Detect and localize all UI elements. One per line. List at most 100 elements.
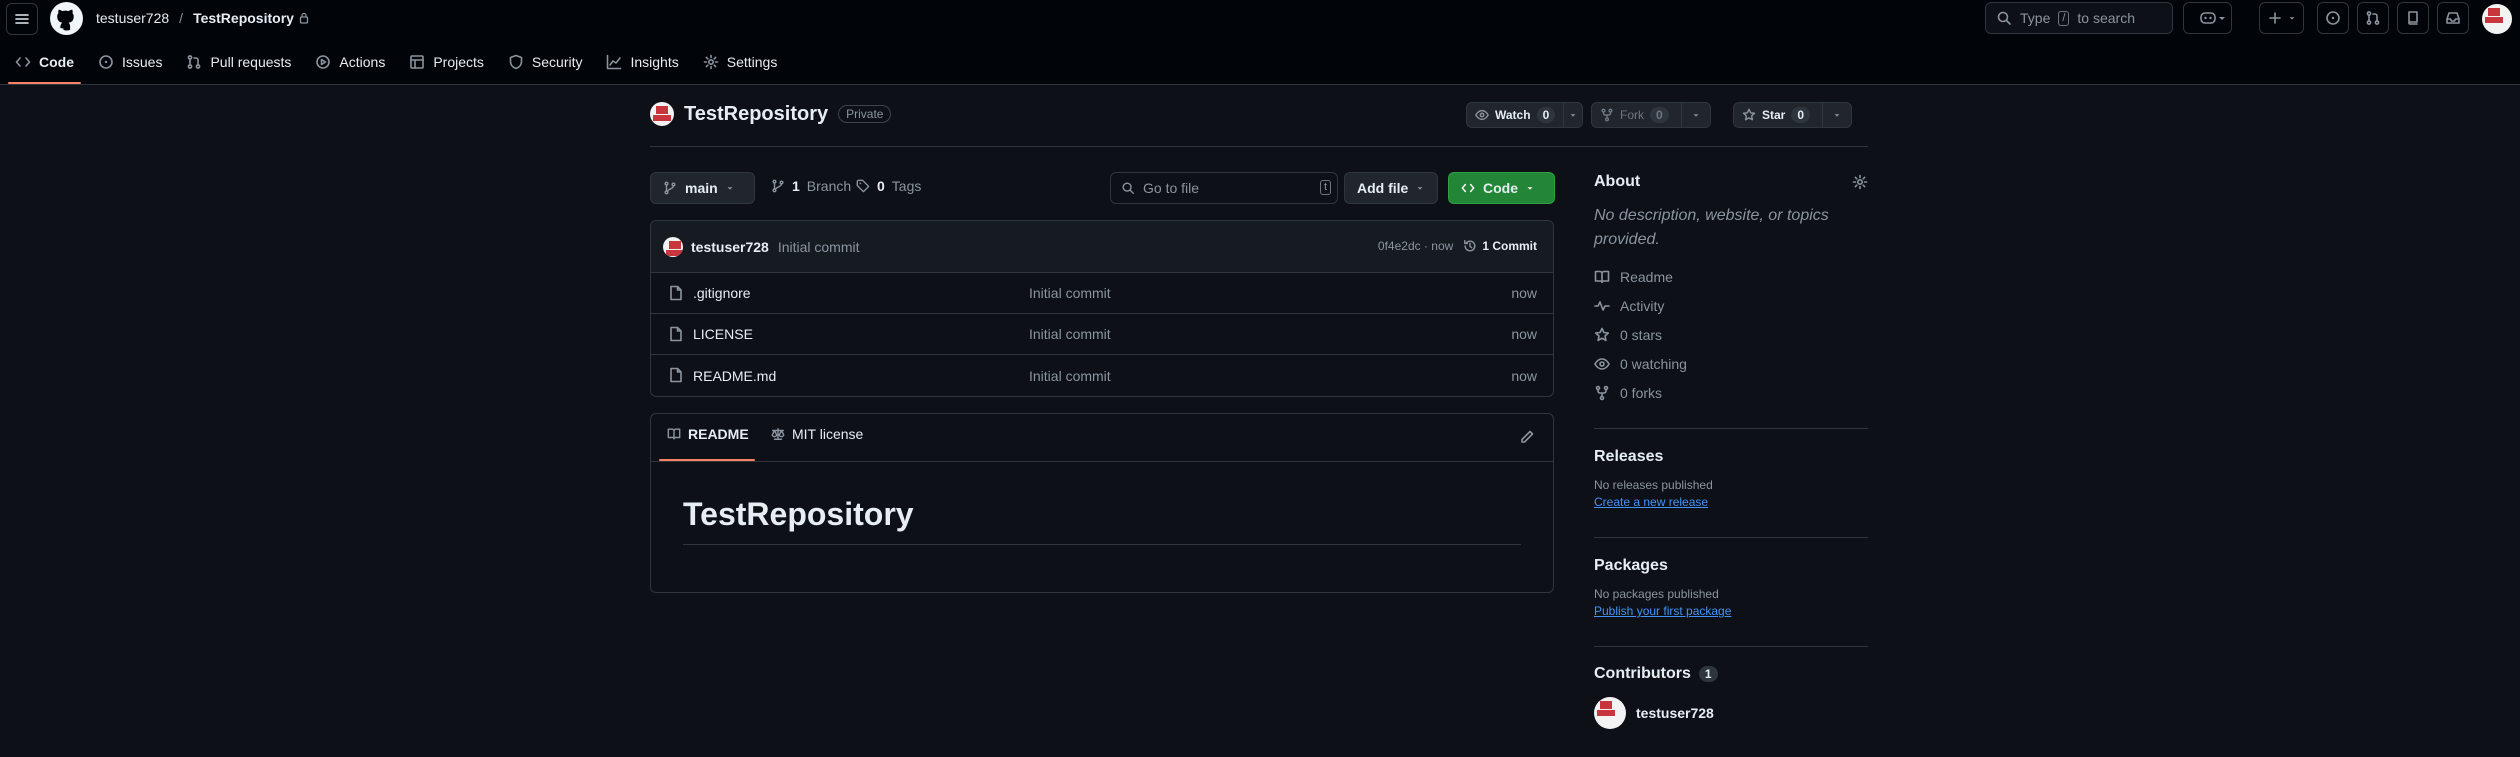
file-name[interactable]: .gitignore bbox=[693, 285, 751, 301]
tab-label: Security bbox=[531, 54, 583, 70]
file-name[interactable]: README.md bbox=[693, 368, 776, 384]
visibility-badge: Private bbox=[838, 105, 892, 123]
fork-button[interactable]: Fork 0 bbox=[1591, 102, 1711, 128]
latest-commit-row: testuser728 Initial commit 0f4e2dc · now… bbox=[651, 221, 1553, 273]
create-release-link[interactable]: Create a new release bbox=[1594, 495, 1868, 509]
tab-code[interactable]: Code bbox=[6, 46, 83, 84]
repo-title-row: TestRepository Private bbox=[650, 102, 892, 126]
book-icon bbox=[1594, 270, 1610, 283]
issues-button[interactable] bbox=[2317, 2, 2349, 34]
about-description: No description, website, or topics provi… bbox=[1594, 207, 1829, 248]
publish-package-link[interactable]: Publish your first package bbox=[1594, 604, 1868, 618]
star-dropdown[interactable] bbox=[1823, 103, 1851, 127]
file-icon bbox=[670, 326, 682, 342]
star-icon bbox=[1742, 108, 1756, 121]
sidebar-item-activity[interactable]: Activity bbox=[1594, 291, 1868, 320]
branches-link[interactable]: 1 Branch bbox=[771, 178, 851, 194]
sidebar-item-watching[interactable]: 0 watching bbox=[1594, 349, 1868, 378]
tab-actions[interactable]: Actions bbox=[306, 46, 394, 78]
breadcrumb-separator: / bbox=[179, 10, 184, 26]
file-name[interactable]: LICENSE bbox=[693, 326, 753, 342]
sidebar-divider bbox=[1594, 646, 1868, 647]
tab-label: Issues bbox=[122, 54, 163, 70]
file-row[interactable]: README.md Initial commit now bbox=[651, 355, 1553, 396]
breadcrumb-repo[interactable]: TestRepository bbox=[193, 10, 294, 26]
sidebar-item-forks[interactable]: 0 forks bbox=[1594, 378, 1868, 407]
create-new-button[interactable] bbox=[2259, 2, 2304, 34]
tag-count: 0 bbox=[877, 178, 885, 194]
repo-name[interactable]: TestRepository bbox=[684, 103, 828, 126]
tab-projects[interactable]: Projects bbox=[400, 46, 493, 78]
fork-dropdown[interactable] bbox=[1682, 103, 1710, 127]
commit-history-link[interactable]: 1 Commit bbox=[1463, 239, 1537, 253]
contributor-name[interactable]: testuser728 bbox=[1636, 705, 1714, 721]
chevron-down-icon bbox=[1693, 114, 1699, 117]
branch-selector[interactable]: main bbox=[650, 172, 755, 204]
star-button[interactable]: Star 0 bbox=[1733, 102, 1853, 128]
sidebar-divider bbox=[1594, 537, 1868, 538]
packages-empty-text: No packages published bbox=[1594, 587, 1719, 601]
file-commit-message[interactable]: Initial commit bbox=[1029, 285, 1111, 301]
watch-button[interactable]: Watch 0 bbox=[1466, 102, 1584, 128]
tab-insights[interactable]: Insights bbox=[597, 46, 687, 78]
pull-requests-button[interactable] bbox=[2357, 2, 2389, 34]
chevron-down-icon bbox=[1834, 114, 1840, 117]
pull-request-icon bbox=[2366, 11, 2380, 25]
pencil-icon[interactable] bbox=[1519, 429, 1535, 445]
law-icon bbox=[771, 428, 785, 440]
file-row[interactable]: LICENSE Initial commit now bbox=[651, 314, 1553, 355]
tab-license[interactable]: MIT license bbox=[771, 426, 863, 442]
code-dropdown-button[interactable]: Code bbox=[1448, 172, 1555, 204]
sidebar-item-label: 0 watching bbox=[1620, 355, 1687, 372]
notifications-button[interactable] bbox=[2437, 2, 2469, 34]
user-avatar[interactable] bbox=[2482, 4, 2512, 34]
sidebar-item-stars[interactable]: 0 stars bbox=[1594, 320, 1868, 349]
commit-message[interactable]: Initial commit bbox=[778, 239, 860, 255]
tab-security[interactable]: Security bbox=[499, 46, 592, 78]
search-shortcut-key: / bbox=[2058, 10, 2070, 26]
contributors-title[interactable]: Contributors bbox=[1594, 665, 1691, 683]
sidebar-item-label: 0 stars bbox=[1620, 326, 1663, 343]
breadcrumb-owner[interactable]: testuser728 bbox=[96, 10, 169, 26]
tab-pull-requests[interactable]: Pull requests bbox=[177, 46, 300, 78]
fork-icon bbox=[1595, 385, 1609, 400]
repo-icon bbox=[2408, 11, 2418, 25]
commit-author[interactable]: testuser728 bbox=[691, 239, 769, 255]
search-input[interactable]: Type / to search bbox=[1985, 2, 2173, 34]
history-icon bbox=[1464, 240, 1476, 252]
repositories-button[interactable] bbox=[2397, 2, 2429, 34]
contributor-item[interactable]: testuser728 bbox=[1594, 697, 1868, 729]
star-count: 0 bbox=[1791, 107, 1811, 123]
commit-hash-time[interactable]: 0f4e2dc · now bbox=[1378, 239, 1453, 253]
readme-panel: README MIT license TestRepository bbox=[650, 413, 1554, 593]
releases-title[interactable]: Releases bbox=[1594, 448, 1868, 466]
tab-settings[interactable]: Settings bbox=[694, 46, 787, 78]
file-commit-time: now bbox=[1511, 326, 1537, 342]
sidebar-item-readme[interactable]: Readme bbox=[1594, 262, 1868, 291]
packages-title[interactable]: Packages bbox=[1594, 557, 1868, 575]
file-icon bbox=[670, 367, 682, 383]
file-icon bbox=[670, 285, 682, 301]
go-to-file-input[interactable]: Go to file t bbox=[1110, 172, 1338, 204]
code-icon bbox=[15, 57, 31, 67]
tags-link[interactable]: 0 Tags bbox=[856, 178, 921, 194]
tab-readme[interactable]: README bbox=[667, 426, 749, 442]
pull-request-icon bbox=[188, 55, 201, 69]
owner-avatar[interactable] bbox=[650, 102, 674, 126]
file-commit-message[interactable]: Initial commit bbox=[1029, 326, 1111, 342]
contributors-count: 1 bbox=[1698, 666, 1718, 682]
watch-dropdown[interactable] bbox=[1564, 103, 1582, 127]
fork-label: Fork bbox=[1620, 108, 1644, 122]
file-commit-message[interactable]: Initial commit bbox=[1029, 368, 1111, 384]
table-icon bbox=[410, 55, 425, 69]
add-file-button[interactable]: Add file bbox=[1344, 172, 1438, 204]
gear-icon[interactable] bbox=[1852, 174, 1868, 190]
tab-issues[interactable]: Issues bbox=[89, 46, 171, 78]
commit-author-avatar[interactable] bbox=[663, 236, 683, 257]
github-logo-icon[interactable] bbox=[50, 2, 83, 35]
copilot-dropdown[interactable] bbox=[2211, 2, 2233, 34]
file-row[interactable]: .gitignore Initial commit now bbox=[651, 273, 1553, 314]
contributor-avatar[interactable] bbox=[1594, 697, 1626, 729]
tab-label: Projects bbox=[433, 54, 484, 70]
menu-button[interactable] bbox=[6, 3, 38, 35]
